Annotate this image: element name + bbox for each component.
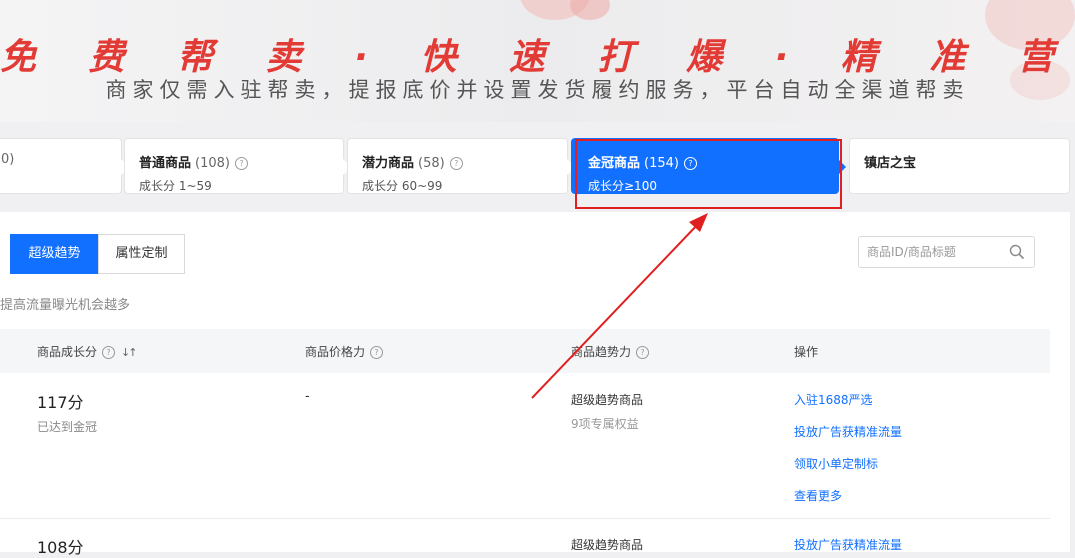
- header-ops: 操作: [794, 345, 819, 359]
- tier-tab-treasure[interactable]: 镇店之宝: [849, 138, 1070, 194]
- tier-tabs: 0) 普通商品 (108)? 成长分 1~59 潜力商品 (58)? 成长分 60~…: [0, 138, 1075, 196]
- main-panel: 超级趋势 属性定制 提高流量曝光机会越多 商品成长分?↓↑ 商品价格力? 商品趋…: [0, 212, 1070, 557]
- op-ad-traffic-link[interactable]: 投放广告获精准流量: [794, 536, 902, 553]
- row-trend: 超级趋势商品: [571, 538, 644, 552]
- op-ad-traffic-link[interactable]: 投放广告获精准流量: [794, 423, 902, 440]
- header-trend: 商品趋势力?: [571, 343, 650, 360]
- tab-attribute-custom[interactable]: 属性定制: [98, 234, 185, 274]
- tier-range: 成长分 1~59: [139, 179, 212, 193]
- tier-tab-potential[interactable]: 潜力商品 (58)? 成长分 60~99: [347, 138, 575, 194]
- banner-title: 免 费 帮 卖 · 快 速 打 爆 · 精 准 营 销: [0, 37, 1075, 78]
- tier-count: (58): [418, 156, 445, 171]
- header-growth: 商品成长分? ↓↑: [37, 345, 138, 359]
- row-score: 108分: [37, 538, 84, 557]
- tier-count: (108): [195, 156, 230, 171]
- help-icon: ?: [102, 346, 116, 359]
- tab-super-trend[interactable]: 超级趋势: [10, 234, 99, 274]
- row-score-note: 已达到金冠: [37, 420, 98, 434]
- search-icon[interactable]: [1009, 244, 1025, 260]
- tier-name: 潜力商品: [362, 156, 415, 171]
- hint-text: 提高流量曝光机会越多: [0, 298, 131, 313]
- tier-count: 0): [1, 152, 15, 167]
- row-price: -: [305, 389, 310, 404]
- tier-tab-all[interactable]: 0): [0, 138, 129, 194]
- op-view-more-link[interactable]: 查看更多: [794, 487, 842, 504]
- search-box[interactable]: [858, 236, 1035, 268]
- tier-range: 成长分 60~99: [362, 179, 443, 193]
- help-icon: ?: [234, 157, 248, 170]
- help-icon: ?: [636, 346, 650, 359]
- row-score: 117分: [37, 393, 84, 412]
- tier-name: 普通商品: [139, 156, 192, 171]
- table-header: 商品成长分? ↓↑ 商品价格力? 商品趋势力? 操作: [0, 329, 1050, 373]
- banner-subtitle: 商家仅需入驻帮卖，提报底价并设置发货履约服务，平台自动全渠道帮卖: [105, 78, 970, 102]
- tier-name: 镇店之宝: [864, 156, 917, 171]
- op-custom-tag-link[interactable]: 领取小单定制标: [794, 455, 878, 472]
- op-join-yanxuan-link[interactable]: 入驻1688严选: [794, 391, 873, 408]
- promo-banner: 免 费 帮 卖 · 快 速 打 爆 · 精 准 营 销 商家仅需入驻帮卖，提报底…: [0, 0, 1075, 122]
- tier-tab-normal[interactable]: 普通商品 (108)? 成长分 1~59: [124, 138, 351, 194]
- search-input[interactable]: [867, 243, 1002, 261]
- sort-icon[interactable]: ↓↑: [121, 346, 138, 359]
- help-icon: ?: [370, 346, 384, 359]
- row-divider: [0, 518, 1050, 519]
- annotation-highlight-box: [575, 139, 842, 209]
- help-icon: ?: [449, 157, 463, 170]
- row-trend-note: 9项专属权益: [571, 417, 639, 431]
- row-trend: 超级趋势商品: [571, 393, 644, 407]
- header-price: 商品价格力?: [305, 343, 384, 360]
